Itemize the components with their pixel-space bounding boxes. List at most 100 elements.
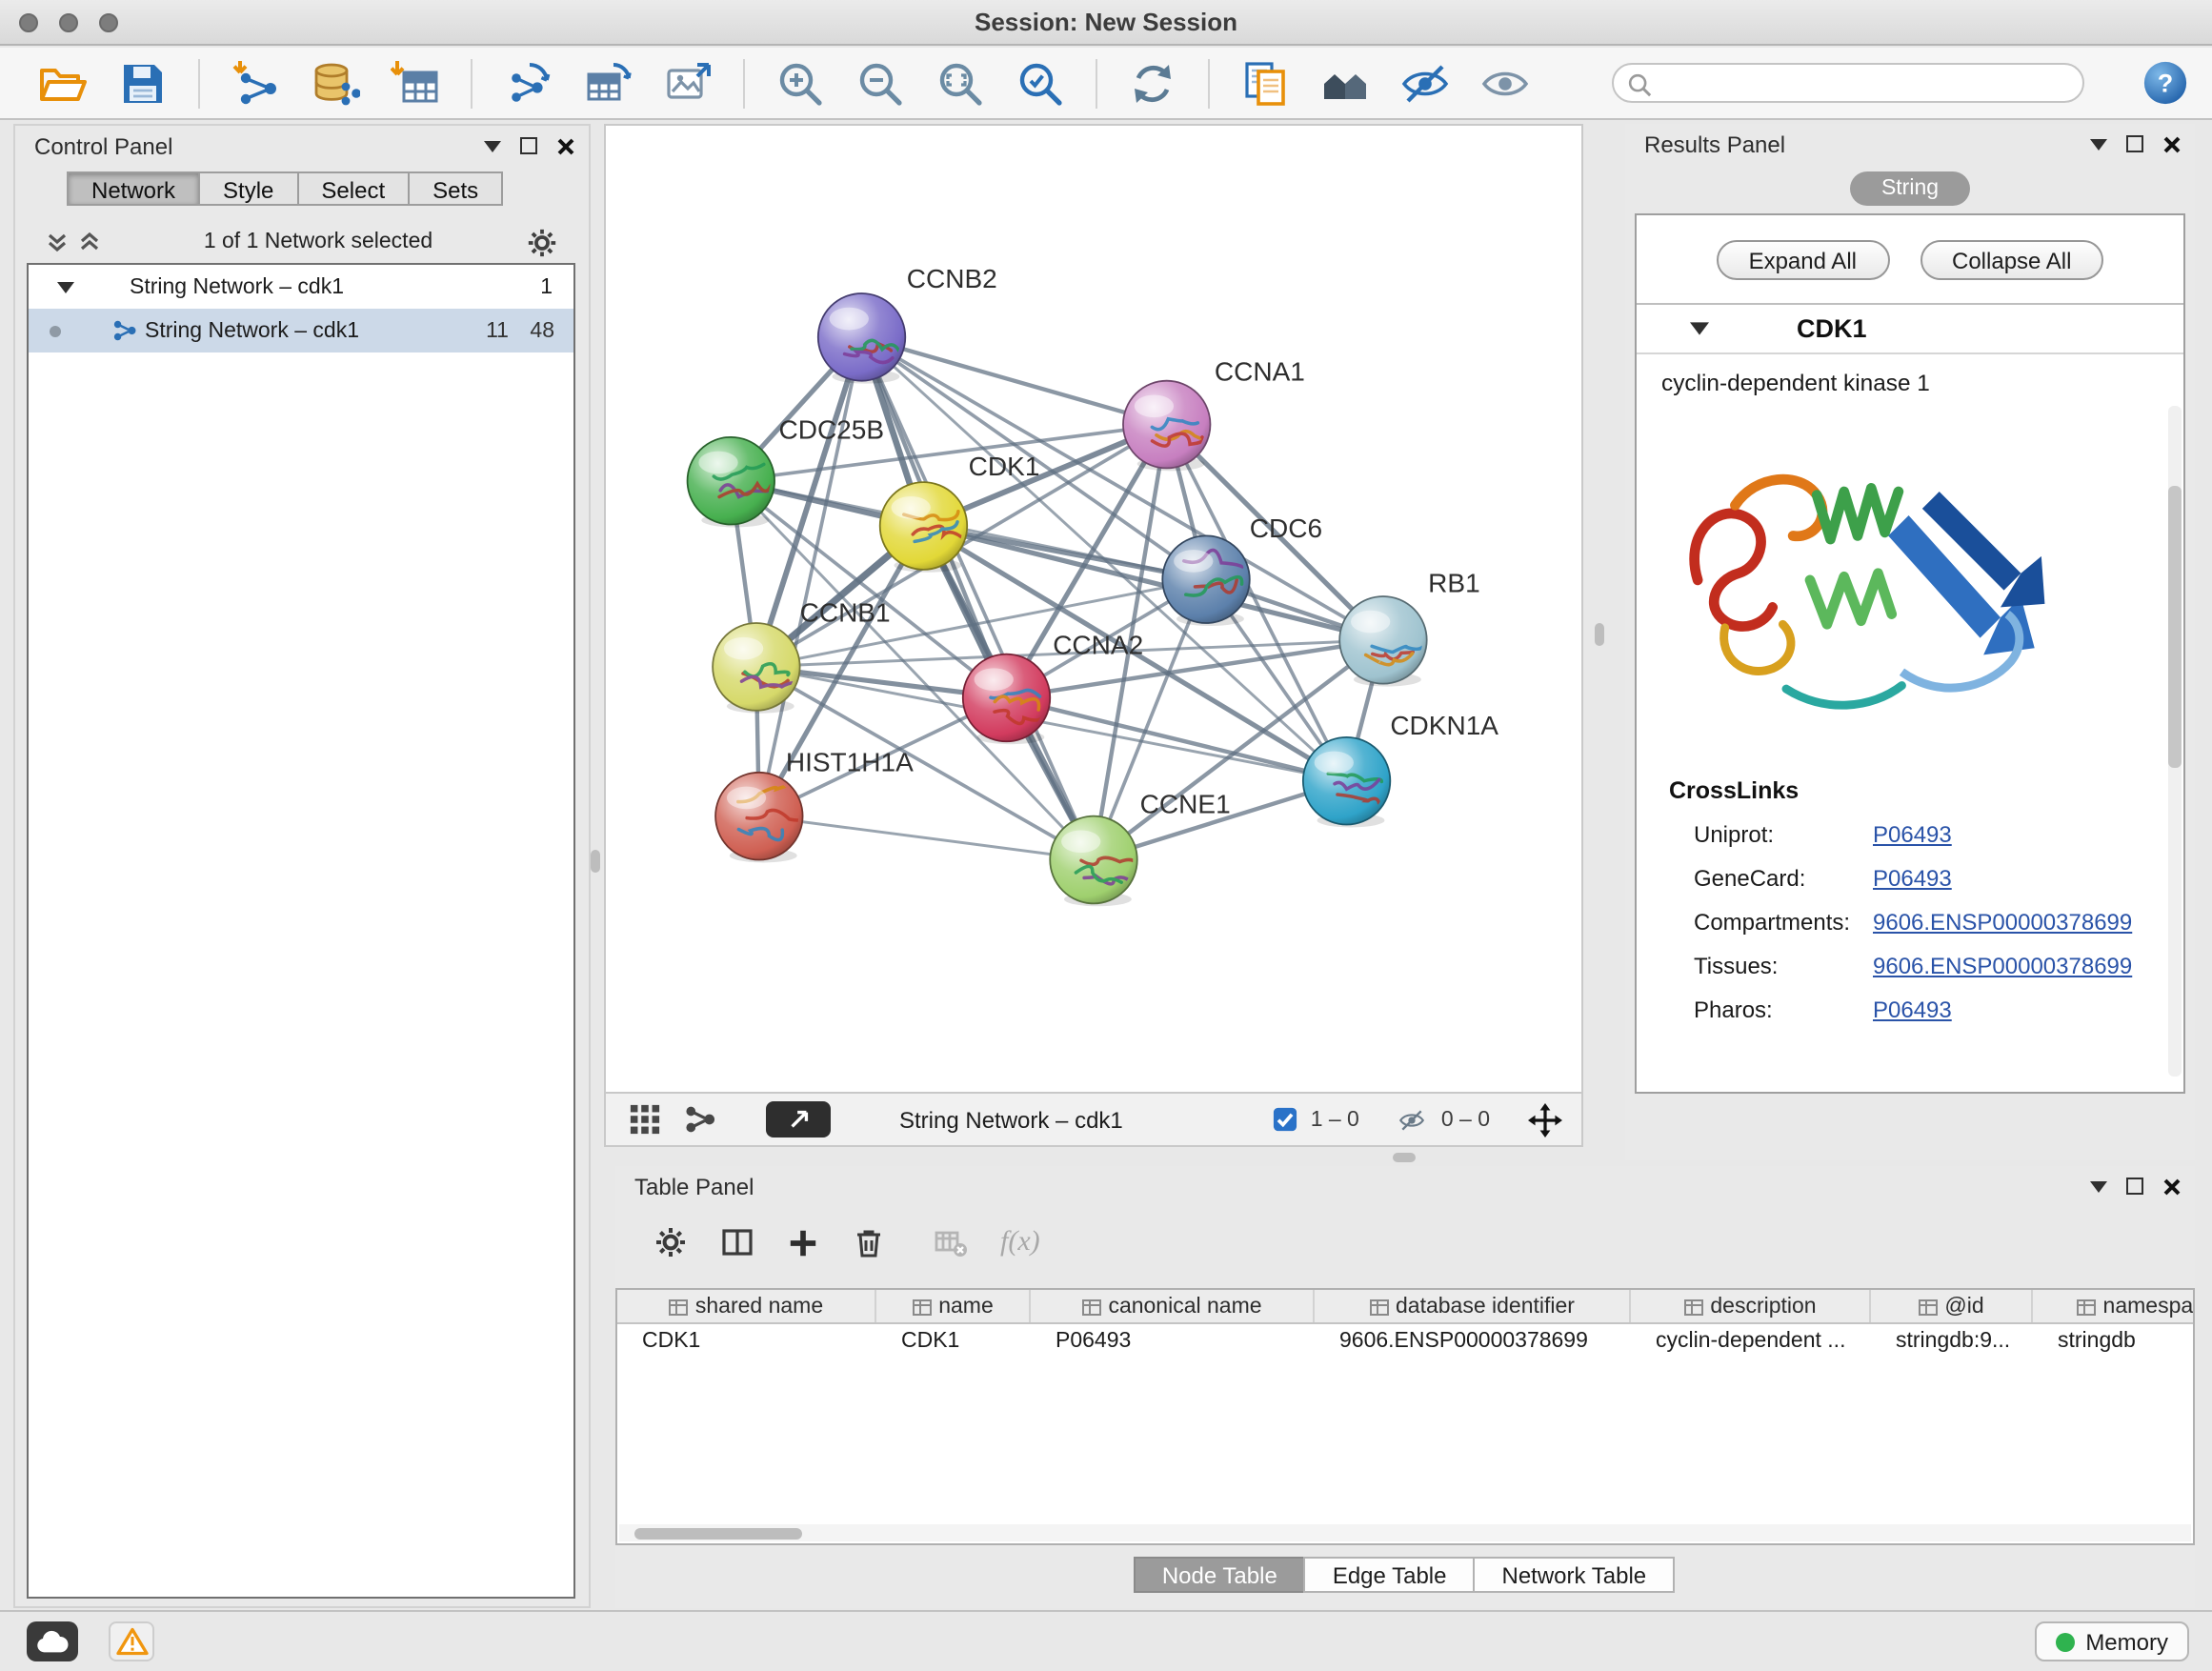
search-input[interactable] <box>1659 67 2071 99</box>
collapse-triangle-icon[interactable] <box>1690 322 1709 335</box>
cloud-button[interactable] <box>27 1621 78 1661</box>
column-header-shared-name[interactable]: shared name <box>617 1290 876 1322</box>
column-header-namespace[interactable]: namespace <box>2033 1290 2195 1322</box>
grid-view-icon[interactable] <box>629 1103 661 1136</box>
table-cell[interactable]: 9606.ENSP00000378699 <box>1315 1330 1631 1353</box>
column-header-database-identifier[interactable]: database identifier <box>1315 1290 1631 1322</box>
network-selection-status: 1 of 1 Network selected <box>111 231 526 253</box>
selected-checkbox-icon[interactable] <box>1273 1107 1297 1132</box>
table-cell[interactable]: cyclin-dependent ... <box>1631 1330 1871 1353</box>
delete-column-button[interactable] <box>852 1225 886 1259</box>
tab-network-table[interactable]: Network Table <box>1474 1557 1676 1593</box>
table-cell[interactable]: CDK1 <box>876 1330 1031 1353</box>
move-icon[interactable] <box>1528 1102 1562 1137</box>
add-column-button[interactable] <box>787 1226 819 1258</box>
node-HIST1H1A[interactable]: HIST1H1A <box>715 747 914 862</box>
table-cell[interactable]: stringdb:9... <box>1871 1330 2033 1353</box>
string-home-button[interactable] <box>1320 58 1370 108</box>
right-splitter-handle[interactable] <box>1595 623 1604 646</box>
tab-style[interactable]: Style <box>198 171 298 206</box>
crosslink-link[interactable]: P06493 <box>1873 820 1952 847</box>
panel-menu-icon[interactable] <box>484 140 501 151</box>
tab-node-table[interactable]: Node Table <box>1134 1557 1306 1593</box>
panel-float-icon[interactable] <box>2126 135 2143 152</box>
save-session-button[interactable] <box>118 58 168 108</box>
crosslink-link[interactable]: 9606.ENSP00000378699 <box>1873 908 2132 935</box>
bottom-splitter-handle[interactable] <box>1393 1153 1416 1162</box>
edge-CCNB2-HIST1H1A[interactable] <box>759 337 862 816</box>
panel-close-icon[interactable] <box>2162 1177 2182 1196</box>
panel-float-icon[interactable] <box>2126 1178 2143 1195</box>
import-network-database-button[interactable] <box>311 58 360 108</box>
results-scrollbar[interactable] <box>2168 406 2182 1077</box>
zoom-out-button[interactable] <box>855 58 905 108</box>
tab-select[interactable]: Select <box>296 171 410 206</box>
network-collection-row[interactable]: String Network – cdk1 1 <box>29 265 573 309</box>
table-cell[interactable]: stringdb <box>2033 1330 2195 1353</box>
panel-close-icon[interactable] <box>556 136 575 155</box>
tab-network[interactable]: Network <box>67 171 200 206</box>
expand-all-icon[interactable] <box>78 231 101 253</box>
column-header-description[interactable]: description <box>1631 1290 1871 1322</box>
export-image-button[interactable] <box>663 58 713 108</box>
table-cell[interactable]: CDK1 <box>617 1330 876 1353</box>
gene-section-header[interactable]: CDK1 <box>1637 305 2183 354</box>
table-row[interactable]: CDK1CDK1P064939606.ENSP00000378699cyclin… <box>617 1324 2195 1359</box>
panel-close-icon[interactable] <box>2162 134 2182 153</box>
crosslink-link[interactable]: 9606.ENSP00000378699 <box>1873 952 2132 978</box>
edge-CCNB2-CCNE1[interactable] <box>862 337 1094 860</box>
panel-menu-icon[interactable] <box>2090 138 2107 150</box>
import-table-button[interactable] <box>391 58 440 108</box>
table-cell[interactable]: P06493 <box>1031 1330 1315 1353</box>
column-header-canonical-name[interactable]: canonical name <box>1031 1290 1315 1322</box>
show-columns-button[interactable] <box>720 1225 754 1259</box>
gear-icon[interactable] <box>526 226 558 258</box>
gene-description: cyclin-dependent kinase 1 <box>1661 370 2183 396</box>
string-tab-badge[interactable]: String <box>1851 171 1969 206</box>
zoom-selected-button[interactable] <box>1016 58 1065 108</box>
zoom-window-button[interactable] <box>99 13 118 32</box>
close-window-button[interactable] <box>19 13 38 32</box>
table-horizontal-scrollbar[interactable] <box>619 1524 2191 1541</box>
tab-sets[interactable]: Sets <box>408 171 503 206</box>
network-row[interactable]: String Network – cdk1 11 48 <box>29 309 573 352</box>
memory-button[interactable]: Memory <box>2034 1621 2189 1661</box>
open-session-button[interactable] <box>38 58 88 108</box>
crosslink-link[interactable]: P06493 <box>1873 864 1952 891</box>
crosslink-link[interactable]: P06493 <box>1873 996 1952 1022</box>
zoom-fit-button[interactable] <box>935 58 985 108</box>
help-button[interactable]: ? <box>2142 59 2189 107</box>
minimize-window-button[interactable] <box>59 13 78 32</box>
panel-menu-icon[interactable] <box>2090 1180 2107 1192</box>
table-settings-button[interactable] <box>654 1225 688 1259</box>
node-CCNA1[interactable]: CCNA1 <box>1123 357 1305 472</box>
expand-all-button[interactable]: Expand All <box>1717 240 1889 280</box>
collapse-all-icon[interactable] <box>46 231 69 253</box>
clone-network-button[interactable] <box>1240 58 1290 108</box>
refresh-layout-button[interactable] <box>1128 58 1177 108</box>
panel-float-icon[interactable] <box>520 137 537 154</box>
node-CDKN1A[interactable]: CDKN1A <box>1303 711 1498 828</box>
warning-button[interactable] <box>109 1621 154 1661</box>
expand-triangle-icon[interactable] <box>57 281 74 292</box>
visibility-button[interactable] <box>1480 58 1530 108</box>
visibility-off-button[interactable] <box>1400 58 1450 108</box>
import-network-file-button[interactable] <box>231 58 280 108</box>
birdseye-view-button[interactable] <box>766 1101 831 1137</box>
zoom-in-button[interactable] <box>775 58 825 108</box>
node-CCNB1[interactable]: CCNB1 <box>713 598 890 714</box>
hidden-eye-icon[interactable] <box>1398 1106 1428 1133</box>
column-header-name[interactable]: name <box>876 1290 1031 1322</box>
network-canvas[interactable]: CCNB2CCNA1CDC25BCDK1CDC6RB1CCNB1CCNA2CDK… <box>606 126 1581 1094</box>
left-splitter-handle[interactable] <box>591 850 600 873</box>
collapse-all-button[interactable]: Collapse All <box>1920 240 2103 280</box>
new-table-button[interactable] <box>583 58 633 108</box>
tab-edge-table[interactable]: Edge Table <box>1304 1557 1476 1593</box>
column-header--id[interactable]: @id <box>1871 1290 2033 1322</box>
edge-HIST1H1A-CCNE1[interactable] <box>759 816 1094 860</box>
node-RB1[interactable]: RB1 <box>1339 568 1479 686</box>
help-icon: ? <box>2142 59 2189 107</box>
new-network-button[interactable] <box>503 58 553 108</box>
node-CCNE1[interactable]: CCNE1 <box>1050 790 1230 907</box>
network-overview-icon[interactable] <box>684 1103 716 1136</box>
